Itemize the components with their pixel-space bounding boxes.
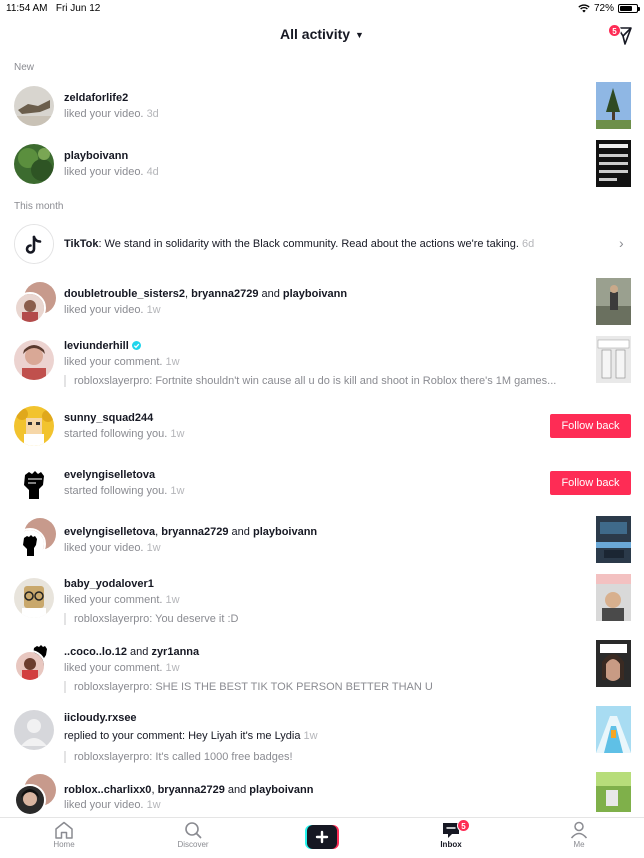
avatar-stack[interactable]: [14, 774, 56, 818]
default-avatar-icon: [14, 710, 54, 750]
search-icon: [185, 822, 202, 839]
video-thumbnail[interactable]: [596, 278, 631, 325]
direct-messages-button[interactable]: 5: [608, 24, 634, 46]
header: All activity ▼ 5: [0, 18, 644, 54]
avatar[interactable]: [14, 406, 54, 446]
section-this-month-label: This month: [14, 201, 64, 212]
user-name[interactable]: leviunderhill: [64, 340, 129, 352]
activity-text: liked your video. 3d: [64, 108, 159, 120]
video-thumbnail[interactable]: [596, 706, 631, 753]
user-name[interactable]: zeldaforlife2: [64, 92, 128, 104]
avatar: [14, 650, 46, 682]
create-plus-icon: [305, 825, 339, 849]
avatar-stack[interactable]: [14, 640, 56, 684]
avatar-stack[interactable]: [14, 518, 56, 562]
avatar[interactable]: [14, 578, 54, 618]
user-names: doubletrouble_sisters2, bryanna2729 and …: [64, 288, 348, 300]
tab-me[interactable]: Me: [549, 821, 609, 849]
tab-home[interactable]: Home: [34, 821, 94, 849]
user-names: evelyngiselletova, bryanna2729 and playb…: [64, 526, 318, 538]
avatar: [14, 528, 46, 560]
caret-down-icon: ▼: [355, 30, 364, 41]
video-thumbnail[interactable]: [596, 336, 631, 383]
avatar-placeholder[interactable]: [14, 710, 54, 750]
tiktok-logo-icon[interactable]: [14, 224, 54, 264]
wifi-icon: [578, 4, 590, 13]
avatar-stack[interactable]: [14, 282, 56, 326]
follow-back-button[interactable]: Follow back: [550, 471, 631, 495]
video-thumbnail[interactable]: [596, 640, 631, 687]
battery-percent: 72%: [593, 3, 614, 14]
user-name[interactable]: playboivann: [64, 150, 128, 162]
user-names: ..coco..lo.12 and zyr1anna: [64, 646, 200, 658]
avatar: [14, 292, 46, 324]
status-time: 11:54 AM Fri Jun 12: [6, 3, 101, 14]
follow-back-button[interactable]: Follow back: [550, 414, 631, 438]
home-icon: [55, 821, 73, 839]
avatar[interactable]: [14, 86, 54, 126]
user-names: roblox..charlixx0, bryanna2729 and playb…: [64, 784, 314, 796]
user-name[interactable]: evelyngiselletova: [64, 469, 155, 481]
battery-icon: [618, 4, 640, 13]
comment-quote: robloxslayerpro: Fortnite shouldn't win …: [64, 375, 579, 387]
user-name[interactable]: sunny_squad244: [64, 412, 153, 424]
comment-quote: robloxslayerpro: You deserve it :D: [64, 613, 579, 625]
status-bar: 11:54 AM Fri Jun 12 72%: [0, 0, 644, 18]
avatar[interactable]: [14, 144, 54, 184]
tab-inbox[interactable]: 5 Inbox: [421, 819, 481, 849]
profile-icon: [570, 821, 588, 839]
avatar[interactable]: [14, 340, 54, 380]
tab-bar: Home Discover 5 Inbox Me: [0, 817, 644, 858]
comment-quote: robloxslayerpro: SHE IS THE BEST TIK TOK…: [64, 681, 579, 693]
raised-fist-icon: [14, 463, 54, 503]
user-name[interactable]: iicloudy.rxsee: [64, 712, 137, 724]
activity-filter-dropdown[interactable]: All activity ▼: [0, 26, 644, 42]
verified-icon: [131, 341, 141, 350]
video-thumbnail[interactable]: [596, 82, 631, 129]
video-thumbnail[interactable]: [596, 574, 631, 621]
avatar: [14, 784, 46, 816]
create-video-button[interactable]: [305, 825, 339, 849]
comment-quote: robloxslayerpro: It's called 1000 free b…: [64, 751, 579, 763]
avatar[interactable]: [14, 463, 54, 503]
video-thumbnail[interactable]: [596, 140, 631, 187]
messages-badge: 5: [608, 24, 621, 37]
video-thumbnail[interactable]: [596, 772, 631, 812]
user-name[interactable]: baby_yodalover1: [64, 578, 154, 590]
section-new-label: New: [14, 62, 35, 73]
tab-discover[interactable]: Discover: [163, 821, 223, 849]
chevron-right-icon[interactable]: ›: [619, 235, 624, 251]
inbox-badge: 5: [457, 819, 470, 832]
video-thumbnail[interactable]: [596, 516, 631, 563]
system-message: TikTok: We stand in solidarity with the …: [64, 238, 535, 250]
